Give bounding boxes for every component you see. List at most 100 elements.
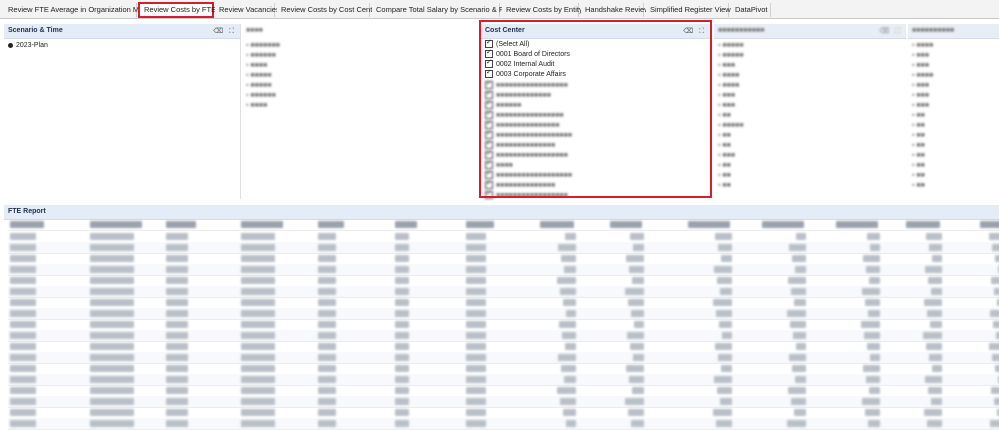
column-header[interactable] [906,221,940,228]
table-cell [557,387,576,394]
tab-review-costs-by-entity[interactable]: Review Costs by Entity [502,3,583,17]
tab-review-fte-average[interactable]: Review FTE Average in Organization Matri… [4,3,153,17]
table-cell [926,233,942,240]
blurred-list-item[interactable]: ▪ ■■■ [912,62,929,69]
table-cell [628,299,644,306]
table-cell [989,233,999,240]
table-cell [792,365,806,372]
tab-review-costs-by-cost-center[interactable]: Review Costs by Cost Center [277,3,379,17]
blurred-list-item[interactable]: ▪ ■■ [718,132,731,139]
column-header[interactable] [980,221,999,228]
tab-review-vacancies[interactable]: Review Vacancies [215,3,280,17]
tab-compare-total-salary[interactable]: Compare Total Salary by Scenario & FTE [372,3,513,17]
tab-simplified-register-view[interactable]: Simplified Register View [646,3,731,17]
blurred-list-item[interactable]: ▪ ■■ [718,162,731,169]
blurred-list-item[interactable]: ▪ ■■■■ [718,82,739,89]
blurred-list-item[interactable]: ▪ ■■ [718,172,731,179]
column-header[interactable] [762,221,804,228]
table-cell [10,310,36,317]
blurred-list-item[interactable]: ▪ ■■■■■■ [246,52,276,59]
table-cell [166,387,188,394]
tab-review-costs-by-fte[interactable]: Review Costs by FTE [138,2,216,18]
fte-report-grid[interactable] [8,219,999,430]
blurred-list-item[interactable]: ▪ ■■■ [718,152,735,159]
table-cell [868,420,880,427]
tab-datapivot[interactable]: DataPivot [731,3,771,17]
column-header[interactable] [395,221,417,228]
table-cell [794,299,806,306]
column-header[interactable] [466,221,494,228]
table-cell [715,233,732,240]
table-cell [318,299,336,306]
blurred-list-item[interactable]: ▪ ■■ [912,172,925,179]
blurred-list-item[interactable]: ▪ ■■ [718,142,731,149]
column-header[interactable] [688,221,730,228]
table-cell [395,376,409,383]
table-cell [717,277,732,284]
blurred-list-item[interactable]: ▪ ■■ [912,112,925,119]
table-cell [466,420,486,427]
table-cell [466,266,486,273]
table-cell [318,310,336,317]
blurred-list-item[interactable]: ▪ ■■■■ [718,72,739,79]
table-cell [564,376,576,383]
column-header[interactable] [318,221,344,228]
table-cell [10,244,36,251]
table-cell [991,277,999,284]
column-header[interactable] [610,221,642,228]
blurred-list-item[interactable]: ▪ ■■ [718,182,731,189]
blurred-slicer-panel: ■■■■■■■■■■■ ⌫ ⛶ ▪ ■■■■■ ▪ ■■■■■ ▪ ■■■ ▪ … [714,24,906,199]
column-header[interactable] [166,221,196,228]
scenario-item[interactable]: 2023-Plan [8,42,48,49]
table-cell [927,420,942,427]
table-cell [10,354,36,361]
column-header[interactable] [241,221,283,228]
column-header[interactable] [90,221,142,228]
blurred-list-item[interactable]: ▪ ■■ [912,142,925,149]
table-cell [994,288,999,295]
blurred-list-item[interactable]: ▪ ■■■■■ [718,42,744,49]
blurred-list-item[interactable]: ▪ ■■■■■■ [246,92,276,99]
blurred-list-item[interactable]: ▪ ■■ [912,122,925,129]
blurred-list-item[interactable]: ▪ ■■ [912,132,925,139]
blurred-list-item[interactable]: ▪ ■■■■ [912,72,933,79]
blurred-list-item[interactable]: ▪ ■■■■ [246,62,267,69]
table-cell [90,332,134,339]
column-header[interactable] [10,221,44,228]
fte-report-title: FTE Report [8,208,46,215]
blurred-list-item[interactable]: ▪ ■■■ [912,102,929,109]
table-cell [565,343,576,350]
blurred-list-item[interactable]: ▪ ■■■■■ [718,122,744,129]
table-cell [90,277,134,284]
blurred-list-item[interactable]: ▪ ■■■ [912,92,929,99]
table-cell [166,310,188,317]
blurred-list-item[interactable]: ▪ ■■■ [718,102,735,109]
table-cell [466,310,486,317]
blurred-list-item[interactable]: ▪ ■■ [912,182,925,189]
blurred-list-item[interactable]: ▪ ■■■■ [246,102,267,109]
filter-clear-icon[interactable]: ⌫ ⛶ [213,27,236,36]
scenario-panel-header: Scenario & Time ⌫ ⛶ [4,24,240,39]
blurred-list-item[interactable]: ▪ ■■■ [912,52,929,59]
filter-clear-icon[interactable]: ⌫ ⛶ [879,27,902,36]
blurred-list-item[interactable]: ▪ ■■ [718,112,731,119]
column-header[interactable] [540,221,574,228]
blurred-list-item[interactable]: ▪ ■■■■■ [718,52,744,59]
blurred-list-item[interactable]: ▪ ■■ [912,152,925,159]
blurred-list-item[interactable]: ▪ ■■ [912,162,925,169]
blurred-list-item[interactable]: ▪ ■■■■■■■ [246,42,280,49]
tab-handshake-review[interactable]: Handshake Review [581,3,650,17]
table-cell [241,266,275,273]
table-cell [166,321,188,328]
column-header[interactable] [836,221,878,228]
blurred-list-item[interactable]: ▪ ■■■ [718,92,735,99]
table-cell [241,343,275,350]
blurred-list-item[interactable]: ▪ ■■■■ [912,42,933,49]
table-cell [10,299,36,306]
table-cell [862,288,880,295]
blurred-list-item[interactable]: ▪ ■■■ [912,82,929,89]
table-cell [241,244,275,251]
blurred-list-item[interactable]: ▪ ■■■■■ [246,82,272,89]
blurred-list-item[interactable]: ▪ ■■■ [718,62,735,69]
blurred-list-item[interactable]: ▪ ■■■■■ [246,72,272,79]
